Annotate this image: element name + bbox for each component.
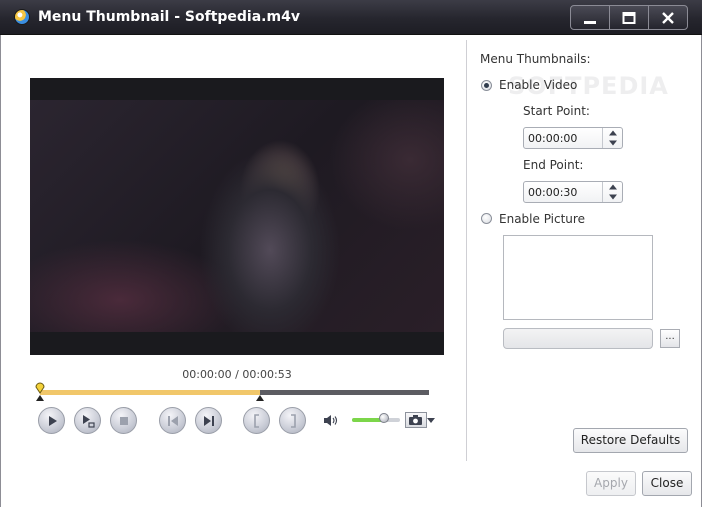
menu-thumbnails-heading: Menu Thumbnails: <box>480 52 591 66</box>
selection-start-marker[interactable] <box>36 395 44 401</box>
panel-divider <box>466 40 467 461</box>
next-icon <box>203 415 214 426</box>
chevron-up-icon <box>608 184 617 190</box>
chevron-down-icon <box>608 194 617 200</box>
enable-video-label[interactable]: Enable Video <box>499 78 577 92</box>
enable-video-radio[interactable] <box>481 80 492 91</box>
video-preview <box>30 78 444 355</box>
snapshot-button[interactable] <box>405 412 427 428</box>
stop-icon <box>119 416 128 425</box>
end-point-field[interactable] <box>524 182 602 202</box>
play-selection-icon <box>82 414 95 428</box>
video-frame-image <box>30 100 444 332</box>
maximize-icon <box>622 11 636 24</box>
title-bar: Menu Thumbnail - Softpedia.m4v <box>0 0 702 35</box>
start-point-arrows <box>602 128 622 148</box>
volume-knob[interactable] <box>378 413 389 423</box>
minimize-icon <box>584 20 596 24</box>
close-icon <box>662 11 674 24</box>
selection-range <box>40 390 261 395</box>
previous-button[interactable] <box>159 407 186 434</box>
mark-in-icon <box>253 413 259 428</box>
timecode-display: 00:00:00 / 00:00:53 <box>182 368 292 381</box>
play-button[interactable] <box>38 407 65 434</box>
apply-button[interactable]: Apply <box>586 471 636 496</box>
play-icon <box>48 415 57 426</box>
window-controls <box>570 5 688 30</box>
minimize-button[interactable] <box>571 6 610 29</box>
picture-preview <box>503 235 653 320</box>
enable-picture-label[interactable]: Enable Picture <box>499 212 585 226</box>
restore-defaults-button[interactable]: Restore Defaults <box>573 428 688 453</box>
start-point-down-button[interactable] <box>603 138 622 148</box>
start-point-label: Start Point: <box>523 104 590 118</box>
camera-icon <box>409 415 422 425</box>
start-point-field[interactable] <box>524 128 602 148</box>
enable-picture-radio[interactable] <box>481 213 492 224</box>
picture-path-field[interactable] <box>503 328 653 349</box>
window-frame-left <box>0 35 1 507</box>
chevron-down-icon <box>608 140 617 146</box>
next-button[interactable] <box>195 407 222 434</box>
timeline-slider[interactable] <box>35 382 429 401</box>
mark-in-button[interactable] <box>243 407 270 434</box>
app-logo-icon <box>14 9 30 25</box>
window-title: Menu Thumbnail - Softpedia.m4v <box>38 9 300 25</box>
volume-slider[interactable] <box>352 413 400 424</box>
end-point-arrows <box>602 182 622 202</box>
mark-out-button[interactable] <box>279 407 306 434</box>
end-point-up-button[interactable] <box>603 182 622 192</box>
end-point-down-button[interactable] <box>603 192 622 202</box>
selection-end-marker[interactable] <box>256 395 265 401</box>
play-selection-button[interactable] <box>74 407 101 434</box>
snapshot-dropdown-icon[interactable] <box>427 418 435 424</box>
close-button[interactable]: Close <box>642 471 692 496</box>
start-point-up-button[interactable] <box>603 128 622 138</box>
end-point-label: End Point: <box>523 158 584 172</box>
browse-button[interactable]: ... <box>660 329 680 348</box>
start-point-spinner[interactable] <box>523 127 623 149</box>
close-window-button[interactable] <box>649 6 687 29</box>
playback-controls <box>38 407 438 435</box>
end-point-spinner[interactable] <box>523 181 623 203</box>
maximize-button[interactable] <box>610 6 649 29</box>
stop-button[interactable] <box>110 407 137 434</box>
previous-icon <box>167 415 178 426</box>
playhead-handle[interactable] <box>35 381 45 394</box>
volume-icon[interactable] <box>323 414 339 427</box>
chevron-up-icon <box>608 130 617 136</box>
mark-out-icon <box>290 413 296 428</box>
